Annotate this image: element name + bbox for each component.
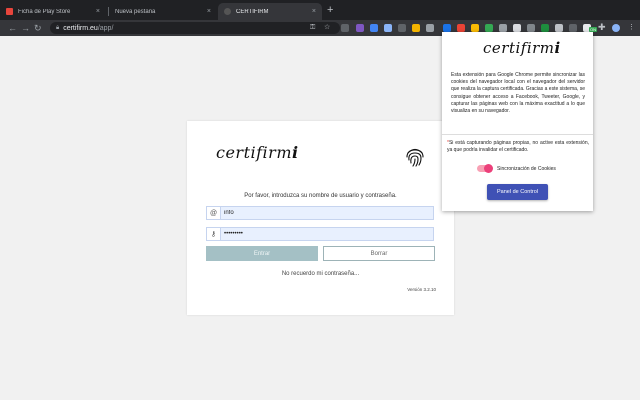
- extension-14-icon[interactable]: [527, 24, 535, 32]
- url-path: /app/: [97, 24, 114, 32]
- tab-new-tab[interactable]: Nueva pestaña ×: [109, 3, 217, 20]
- username-input[interactable]: [221, 207, 433, 219]
- extension-5-icon[interactable]: [398, 24, 406, 32]
- extension-6-icon[interactable]: [412, 24, 420, 32]
- extension-popup: certifirmi Esta extensión para Google Ch…: [442, 32, 593, 211]
- control-panel-button[interactable]: Panel de Control: [487, 184, 548, 200]
- tab-play-store[interactable]: Ficha de Play Store ×: [0, 3, 106, 20]
- popup-description: Esta extensión para Google Chrome permit…: [451, 72, 585, 115]
- new-tab-button[interactable]: +: [327, 4, 333, 16]
- at-icon: @: [207, 207, 221, 219]
- logo-text: certifirm: [216, 143, 292, 162]
- address-bar[interactable]: 🔒︎ certifirm.eu /app/: [50, 22, 340, 34]
- extension-7-icon[interactable]: [426, 24, 434, 32]
- extension-1-icon[interactable]: [341, 24, 349, 32]
- popup-certifirm-logo: certifirmi: [483, 39, 561, 57]
- username-field: @: [206, 206, 434, 220]
- login-button[interactable]: Entrar: [206, 246, 318, 261]
- password-input[interactable]: [221, 228, 433, 240]
- popup-warning: *Si está capturando páginas propias, no …: [447, 140, 589, 154]
- extension-13-icon[interactable]: [513, 24, 521, 32]
- toggle-knob: [484, 164, 493, 173]
- extension-3-icon[interactable]: [370, 24, 378, 32]
- extension-9-icon[interactable]: [457, 24, 465, 32]
- forward-arrow-icon[interactable]: →: [21, 22, 30, 34]
- bookmark-star-icon[interactable]: ☆: [324, 23, 330, 33]
- extension-15-icon[interactable]: [541, 24, 549, 32]
- extension-2-icon[interactable]: [356, 24, 364, 32]
- url-domain: certifirm.eu: [63, 24, 98, 32]
- tab-strip: Ficha de Play Store × Nueva pestaña × CE…: [0, 0, 640, 20]
- tab-title: Nueva pestaña: [115, 8, 156, 15]
- logo-text: certifirm: [483, 39, 555, 57]
- extension-16-icon[interactable]: [555, 24, 563, 32]
- tab-title: Ficha de Play Store: [18, 8, 71, 15]
- version-label: Versión 3.2.10: [407, 287, 436, 292]
- logo-mark: i: [554, 39, 561, 57]
- logo-mark: i: [291, 143, 299, 162]
- back-arrow-icon[interactable]: ←: [8, 22, 17, 34]
- certifirm-favicon-icon: [224, 8, 231, 15]
- lock-icon: 🔒︎: [56, 24, 60, 31]
- certifirm-logo: certifirmi: [216, 143, 299, 162]
- menu-kebab-icon[interactable]: ⋮: [628, 23, 635, 33]
- password-field: ⚷: [206, 227, 434, 241]
- tab-certifirm[interactable]: CERTIFIRM ×: [218, 3, 322, 20]
- close-icon[interactable]: ×: [96, 8, 100, 15]
- extension-10-icon[interactable]: [471, 24, 479, 32]
- key-icon[interactable]: ⚿: [310, 23, 315, 33]
- cookie-sync-label: Sincronización de Cookies: [497, 165, 556, 172]
- extension-11-icon[interactable]: [485, 24, 493, 32]
- cookie-sync-row: Sincronización de Cookies: [477, 164, 556, 173]
- login-prompt: Por favor, introduzca su nombre de usuar…: [244, 193, 397, 199]
- clear-button[interactable]: Borrar: [323, 246, 435, 261]
- tab-title: CERTIFIRM: [236, 8, 269, 15]
- avatar[interactable]: [612, 24, 620, 32]
- cookie-sync-toggle[interactable]: [477, 164, 493, 173]
- close-icon[interactable]: ×: [312, 8, 316, 15]
- popup-divider: [442, 134, 593, 135]
- key-icon: ⚷: [207, 228, 221, 240]
- extension-8-icon[interactable]: [443, 24, 451, 32]
- close-icon[interactable]: ×: [207, 8, 211, 15]
- login-card: certifirmi Por favor, introduzca su nomb…: [187, 121, 454, 315]
- reload-icon[interactable]: ↻: [34, 22, 42, 34]
- extension-17-icon[interactable]: [569, 24, 577, 32]
- extension-4-icon[interactable]: [384, 24, 392, 32]
- extension-12-icon[interactable]: [499, 24, 507, 32]
- play-store-favicon-icon: [6, 8, 13, 15]
- warning-text: Si está capturando páginas propias, no a…: [447, 140, 589, 154]
- forgot-password-link[interactable]: No recuerdo mi contraseña...: [187, 271, 454, 277]
- fingerprint-icon: [406, 148, 424, 167]
- puzzle-icon[interactable]: ✚: [598, 22, 606, 32]
